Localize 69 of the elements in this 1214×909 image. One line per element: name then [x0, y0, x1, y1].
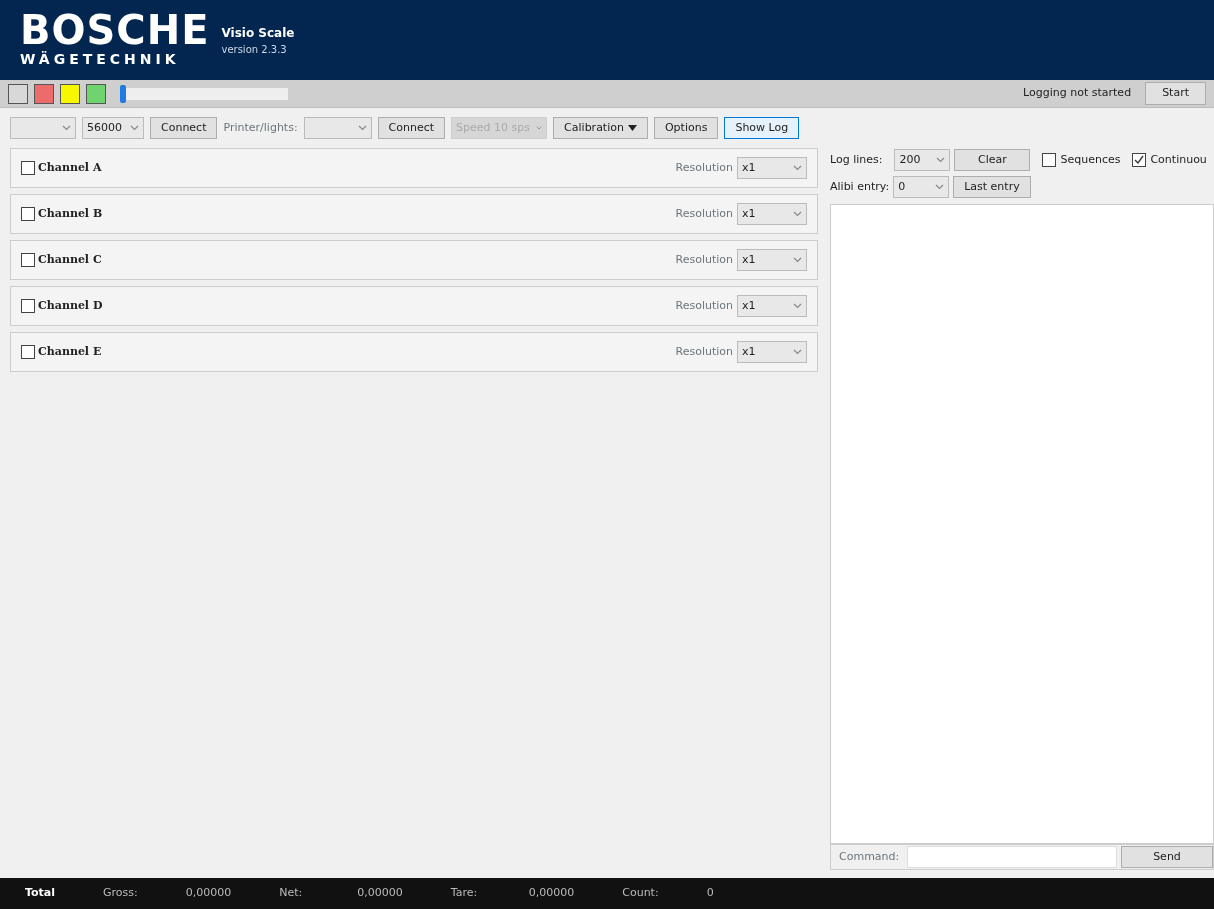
chevron-icon: [793, 211, 802, 217]
chevron-icon: [936, 157, 946, 163]
checkbox[interactable]: [21, 207, 35, 221]
total-label: Count:: [622, 885, 659, 902]
logging-status: Logging not started: [1023, 85, 1132, 102]
checkbox[interactable]: [21, 161, 35, 175]
send-button[interactable]: Send: [1121, 845, 1213, 869]
chevron-icon: [935, 184, 945, 190]
dropdown[interactable]: x1: [737, 295, 807, 317]
channel-name: Channel C: [38, 251, 102, 268]
clear-button[interactable]: Clear: [954, 148, 1031, 172]
field-label: Command:: [838, 848, 901, 865]
dropdown[interactable]: x1: [737, 341, 807, 363]
field-label: Log lines:: [830, 151, 883, 168]
checkbox[interactable]: [21, 299, 35, 313]
total-label: Net:: [279, 885, 304, 902]
slider-track[interactable]: [126, 87, 288, 100]
version-text: version 2.3.3: [221, 42, 288, 57]
chevron-icon: [130, 125, 139, 131]
totals-title: Total: [25, 885, 56, 902]
total-value: 0,00000: [528, 885, 575, 902]
dropdown[interactable]: x1: [737, 203, 807, 225]
total-value: 0,00000: [357, 885, 403, 902]
chevron-icon: [793, 257, 802, 263]
command-field[interactable]: [907, 846, 1117, 868]
logo-text: BOSCHE: [20, 10, 210, 49]
dropdown[interactable]: x1: [737, 157, 807, 179]
dropdown[interactable]: 56000: [82, 117, 144, 139]
toolbar-button[interactable]: Show Log: [724, 116, 800, 140]
start-button[interactable]: Start: [1145, 82, 1206, 105]
total-label: Gross:: [103, 885, 138, 902]
checkbox[interactable]: [21, 253, 35, 267]
last-entry-button[interactable]: Last entry: [953, 175, 1031, 199]
toolbar-button[interactable]: Connect: [150, 116, 218, 140]
split-button[interactable]: Calibration: [553, 116, 648, 140]
total-value: 0: [706, 885, 714, 902]
total-value: 0,00000: [185, 885, 232, 902]
dropdown[interactable]: x1: [737, 249, 807, 271]
app-name: Visio Scale: [221, 24, 295, 42]
channel-name: Channel E: [38, 343, 102, 360]
slider-thumb[interactable]: [120, 84, 126, 103]
resolution-label: Resolution: [675, 251, 733, 268]
channel-name: Channel A: [38, 159, 102, 176]
resolution-label: Resolution: [675, 297, 733, 314]
total-label: Tare:: [450, 885, 479, 902]
field-label: Printer/lights:: [223, 119, 298, 136]
resolution-label: Resolution: [675, 205, 733, 222]
chevron-icon: [536, 125, 543, 131]
channel-name: Channel D: [38, 297, 103, 314]
toolbar-button[interactable]: Options: [653, 116, 719, 140]
resolution-label: Resolution: [675, 343, 733, 360]
checkbox-label: Sequences: [1060, 151, 1121, 168]
checkbox[interactable]: [1042, 153, 1057, 167]
chevron-icon: [793, 303, 802, 309]
channel-name: Channel B: [38, 205, 103, 222]
toolbar-button[interactable]: Connect: [377, 116, 446, 140]
chevron-icon: [357, 125, 367, 131]
chevron-icon: [793, 165, 802, 171]
chevron-icon: [62, 125, 71, 131]
checkbox-label: Continuou: [1150, 151, 1207, 168]
resolution-label: Resolution: [675, 159, 733, 176]
dropdown-arrow-icon: [627, 125, 637, 131]
logo-subtitle: WÄGETECHNIK: [20, 49, 181, 69]
field-label: Alibi entry:: [830, 178, 890, 195]
checkbox[interactable]: [1132, 153, 1147, 167]
dropdown[interactable]: 0: [893, 176, 950, 198]
chevron-icon: [793, 349, 802, 355]
dropdown[interactable]: 200: [894, 149, 951, 171]
checkbox[interactable]: [21, 345, 35, 359]
